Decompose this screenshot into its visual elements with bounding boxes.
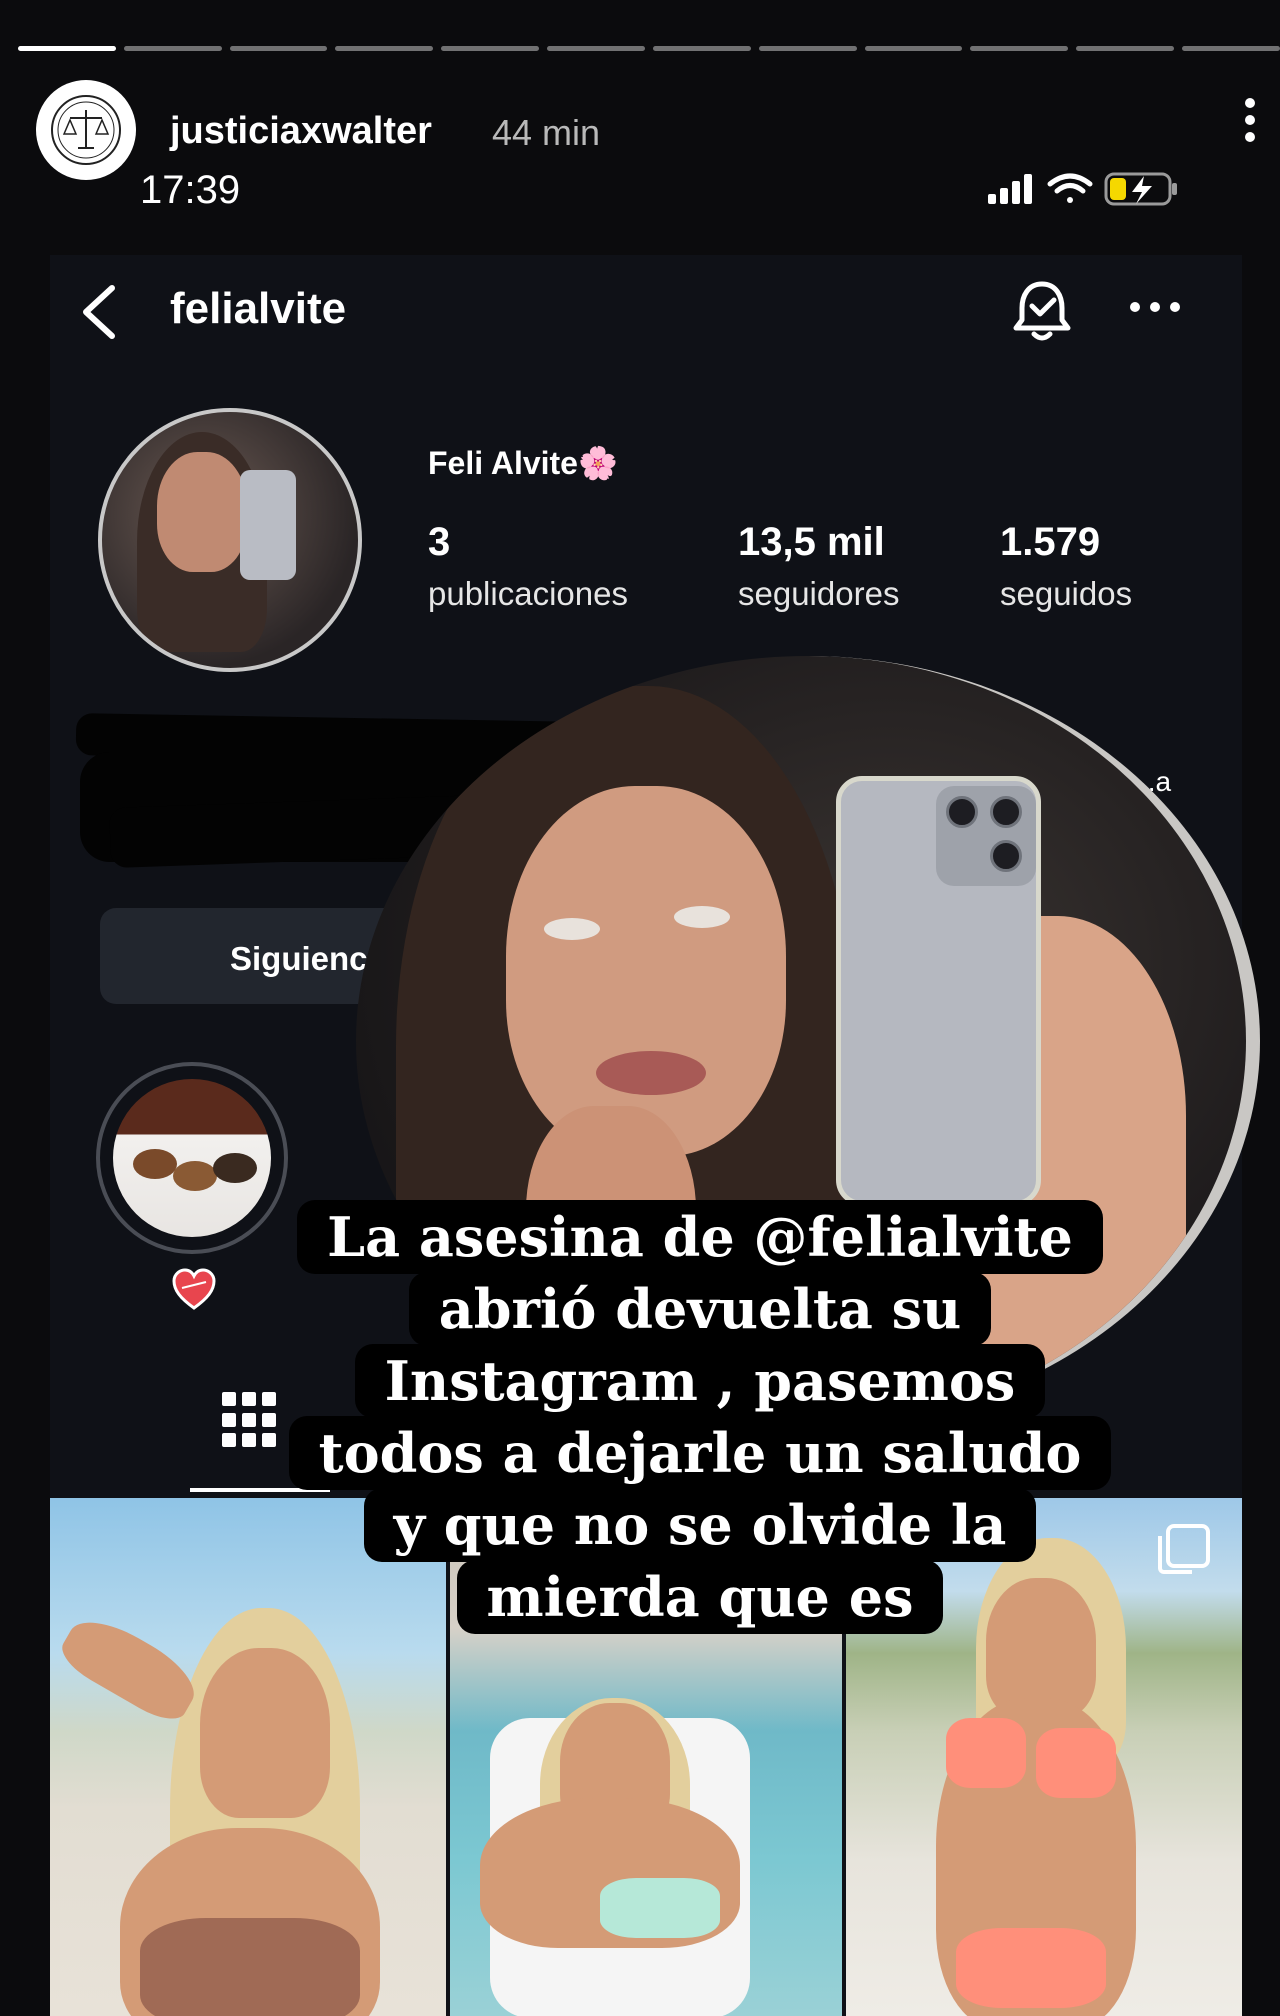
more-options-icon[interactable] — [1130, 302, 1180, 314]
story-username[interactable]: justiciaxwalter — [170, 110, 432, 153]
story-progress-bar — [18, 46, 1280, 52]
profile-display-name: Feli Alvite🌸 — [428, 445, 618, 481]
stat-posts[interactable]: 3 publicaciones — [428, 520, 628, 613]
story-progress-segment — [441, 46, 540, 51]
signal-icon — [988, 174, 1032, 204]
story-progress-segment — [335, 46, 434, 51]
battery-charging-icon — [1104, 172, 1177, 206]
story-time-ago: 44 min — [492, 112, 601, 153]
scales-of-justice-icon — [51, 95, 121, 165]
following-label: seguidos — [1000, 575, 1133, 612]
caption-line: y que no se olvide la — [363, 1488, 1037, 1562]
story-progress-segment — [229, 46, 328, 51]
caption-line: todos a dejarle un saludo — [288, 1416, 1112, 1490]
caption-line: abrió devuelta su — [408, 1272, 992, 1346]
story-progress-segment — [864, 46, 963, 51]
posts-label: publicaciones — [428, 575, 628, 612]
posts-count: 3 — [428, 520, 451, 564]
wifi-icon — [1047, 173, 1093, 203]
notification-bell-icon[interactable] — [1010, 278, 1074, 344]
multi-photo-icon — [1158, 1524, 1210, 1574]
status-icons — [988, 172, 1177, 206]
story-progress-segment — [18, 46, 116, 51]
back-chevron-icon[interactable] — [78, 282, 122, 342]
following-count: 1.579 — [1000, 520, 1101, 564]
story-progress-segment — [547, 46, 645, 51]
profile-handle: felialvite — [170, 284, 347, 333]
heart-icon — [172, 1268, 216, 1310]
stat-following[interactable]: 1.579 seguidos — [1000, 520, 1132, 613]
caption-line: Instagram , pasemos — [354, 1344, 1046, 1418]
story-progress-segment — [758, 46, 857, 51]
stat-followers[interactable]: 13,5 mil seguidores — [738, 520, 899, 613]
story-more-icon[interactable] — [1238, 98, 1262, 154]
story-progress-segment — [1182, 46, 1280, 51]
story-caption: La asesina de @felialvite abrió devuelta… — [250, 1200, 1150, 1634]
caption-line: mierda que es — [456, 1560, 944, 1634]
status-time: 17:39 — [140, 168, 241, 212]
story-progress-segment — [652, 46, 751, 51]
story-progress-segment — [970, 46, 1069, 51]
profile-avatar[interactable] — [98, 408, 362, 672]
followers-count: 13,5 mil — [738, 520, 885, 564]
following-button-label: Siguienc — [230, 940, 368, 977]
caption-line: La asesina de @felialvite — [297, 1200, 1103, 1274]
story-avatar[interactable] — [36, 80, 136, 180]
story-progress-segment — [123, 46, 222, 51]
story-progress-segment — [1076, 46, 1175, 51]
followers-label: seguidores — [738, 575, 900, 612]
